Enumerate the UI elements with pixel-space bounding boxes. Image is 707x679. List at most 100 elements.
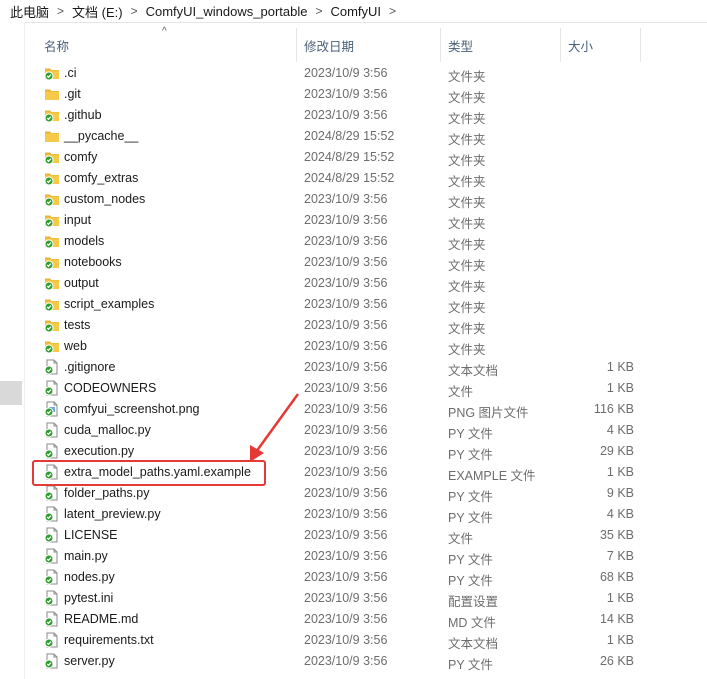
file-type: 文件夹 bbox=[448, 91, 486, 105]
file-type: 配置设置 bbox=[448, 595, 499, 609]
file-size: 7 KB bbox=[606, 549, 634, 563]
folder-icon bbox=[44, 128, 60, 144]
file-row[interactable]: comfy_extras 2024/8/29 15:52 文件夹 bbox=[40, 168, 640, 189]
folder-synced-icon bbox=[44, 338, 60, 354]
file-row[interactable]: script_examples 2023/10/9 3:56 文件夹 bbox=[40, 294, 640, 315]
file-row[interactable]: .ci 2023/10/9 3:56 文件夹 bbox=[40, 63, 640, 84]
file-size: 1 KB bbox=[606, 633, 634, 647]
file-date: 2023/10/9 3:56 bbox=[304, 87, 388, 101]
file-row[interactable]: folder_paths.py 2023/10/9 3:56 PY 文件 9 KB bbox=[40, 483, 640, 504]
chevron-right-icon[interactable]: > bbox=[127, 4, 142, 18]
file-synced-icon bbox=[44, 380, 60, 396]
folder-synced-icon bbox=[44, 275, 60, 291]
file-name: latent_preview.py bbox=[64, 507, 161, 521]
column-header-date[interactable]: 修改日期 bbox=[304, 36, 354, 55]
file-name: folder_paths.py bbox=[64, 486, 150, 500]
column-divider[interactable] bbox=[440, 28, 441, 62]
file-type: 文件夹 bbox=[448, 343, 486, 357]
file-type: 文件夹 bbox=[448, 301, 486, 315]
file-type: 文件夹 bbox=[448, 154, 486, 168]
column-header-type[interactable]: 类型 bbox=[448, 36, 473, 55]
file-size: 1 KB bbox=[606, 591, 634, 605]
file-row[interactable]: nodes.py 2023/10/9 3:56 PY 文件 68 KB bbox=[40, 567, 640, 588]
file-row[interactable]: comfyui_screenshot.png 2023/10/9 3:56 PNG … bbox=[40, 399, 640, 420]
file-date: 2024/8/29 15:52 bbox=[304, 129, 395, 143]
breadcrumb-item-drive[interactable]: 文档 (E:) bbox=[68, 2, 127, 21]
file-row[interactable]: __pycache__ 2024/8/29 15:52 文件夹 bbox=[40, 126, 640, 147]
file-row[interactable]: cuda_malloc.py 2023/10/9 3:56 PY 文件 4 KB bbox=[40, 420, 640, 441]
column-header-name[interactable]: 名称 bbox=[44, 36, 69, 55]
file-row[interactable]: LICENSE 2023/10/9 3:56 文件 35 KB bbox=[40, 525, 640, 546]
file-size: 1 KB bbox=[606, 381, 634, 395]
file-name: script_examples bbox=[64, 297, 155, 311]
file-type: 文本文档 bbox=[448, 364, 499, 378]
file-row[interactable]: execution.py 2023/10/9 3:56 PY 文件 29 KB bbox=[40, 441, 640, 462]
file-row[interactable]: .gitignore 2023/10/9 3:56 文本文档 1 KB bbox=[40, 357, 640, 378]
file-date: 2024/8/29 15:52 bbox=[304, 150, 395, 164]
file-date: 2023/10/9 3:56 bbox=[304, 339, 388, 353]
file-row[interactable]: latent_preview.py 2023/10/9 3:56 PY 文件 4 KB bbox=[40, 504, 640, 525]
file-name: comfy bbox=[64, 150, 98, 164]
file-type: 文件 bbox=[448, 532, 474, 546]
file-date: 2023/10/9 3:56 bbox=[304, 465, 388, 479]
file-row[interactable]: server.py 2023/10/9 3:56 PY 文件 26 KB bbox=[40, 651, 640, 672]
file-row[interactable]: .github 2023/10/9 3:56 文件夹 bbox=[40, 105, 640, 126]
file-type: 文件夹 bbox=[448, 238, 486, 252]
file-row[interactable]: tests 2023/10/9 3:56 文件夹 bbox=[40, 315, 640, 336]
file-name: README.md bbox=[64, 612, 139, 626]
file-name: nodes.py bbox=[64, 570, 115, 584]
file-row[interactable]: comfy 2024/8/29 15:52 文件夹 bbox=[40, 147, 640, 168]
chevron-right-icon[interactable]: > bbox=[385, 4, 400, 18]
file-row[interactable]: web 2023/10/9 3:56 文件夹 bbox=[40, 336, 640, 357]
breadcrumb-item-comfyui[interactable]: ComfyUI bbox=[326, 4, 385, 19]
file-row[interactable]: .git 2023/10/9 3:56 文件夹 bbox=[40, 84, 640, 105]
file-row[interactable]: requirements.txt 2023/10/9 3:56 文本文档 1 KB bbox=[40, 630, 640, 651]
folder-icon bbox=[44, 86, 60, 102]
file-type: 文件夹 bbox=[448, 175, 486, 189]
file-date: 2023/10/9 3:56 bbox=[304, 234, 388, 248]
breadcrumb-item-portable[interactable]: ComfyUI_windows_portable bbox=[142, 4, 312, 19]
file-date: 2023/10/9 3:56 bbox=[304, 402, 388, 416]
file-type: 文件 bbox=[448, 385, 474, 399]
folder-synced-icon bbox=[44, 149, 60, 165]
file-row[interactable]: models 2023/10/9 3:56 文件夹 bbox=[40, 231, 640, 252]
file-size: 26 KB bbox=[599, 654, 634, 668]
file-row[interactable]: custom_nodes 2023/10/9 3:56 文件夹 bbox=[40, 189, 640, 210]
file-row[interactable]: CODEOWNERS 2023/10/9 3:56 文件 1 KB bbox=[40, 378, 640, 399]
file-date: 2023/10/9 3:56 bbox=[304, 486, 388, 500]
file-date: 2023/10/9 3:56 bbox=[304, 213, 388, 227]
file-date: 2023/10/9 3:56 bbox=[304, 276, 388, 290]
file-date: 2023/10/9 3:56 bbox=[304, 360, 388, 374]
file-name: web bbox=[64, 339, 87, 353]
folder-synced-icon bbox=[44, 212, 60, 228]
file-date: 2023/10/9 3:56 bbox=[304, 507, 388, 521]
navigation-pane-selected-item[interactable] bbox=[0, 381, 22, 405]
file-type: PY 文件 bbox=[448, 448, 493, 462]
file-row[interactable]: output 2023/10/9 3:56 文件夹 bbox=[40, 273, 640, 294]
column-header-size[interactable]: 大小 bbox=[568, 36, 593, 55]
file-date: 2024/8/29 15:52 bbox=[304, 171, 395, 185]
file-name: .gitignore bbox=[64, 360, 116, 374]
file-row[interactable]: notebooks 2023/10/9 3:56 文件夹 bbox=[40, 252, 640, 273]
file-row[interactable]: pytest.ini 2023/10/9 3:56 配置设置 1 KB bbox=[40, 588, 640, 609]
file-name: execution.py bbox=[64, 444, 135, 458]
file-size: 4 KB bbox=[606, 423, 634, 437]
file-type: 文件夹 bbox=[448, 280, 486, 294]
file-name: comfy_extras bbox=[64, 171, 139, 185]
file-date: 2023/10/9 3:56 bbox=[304, 192, 388, 206]
column-divider[interactable] bbox=[560, 28, 561, 62]
folder-synced-icon bbox=[44, 65, 60, 81]
chevron-right-icon[interactable]: > bbox=[311, 4, 326, 18]
file-synced-icon bbox=[44, 443, 60, 459]
file-row[interactable]: main.py 2023/10/9 3:56 PY 文件 7 KB bbox=[40, 546, 640, 567]
file-size: 9 KB bbox=[606, 486, 634, 500]
column-divider[interactable] bbox=[640, 28, 641, 62]
breadcrumb-item-this-pc[interactable]: 此电脑 bbox=[0, 2, 53, 21]
file-name: .github bbox=[64, 108, 102, 122]
chevron-right-icon[interactable]: > bbox=[53, 4, 68, 18]
file-name: notebooks bbox=[64, 255, 122, 269]
file-row[interactable]: input 2023/10/9 3:56 文件夹 bbox=[40, 210, 640, 231]
column-divider[interactable] bbox=[296, 28, 297, 62]
file-row[interactable]: README.md 2023/10/9 3:56 MD 文件 14 KB bbox=[40, 609, 640, 630]
file-synced-icon bbox=[44, 569, 60, 585]
